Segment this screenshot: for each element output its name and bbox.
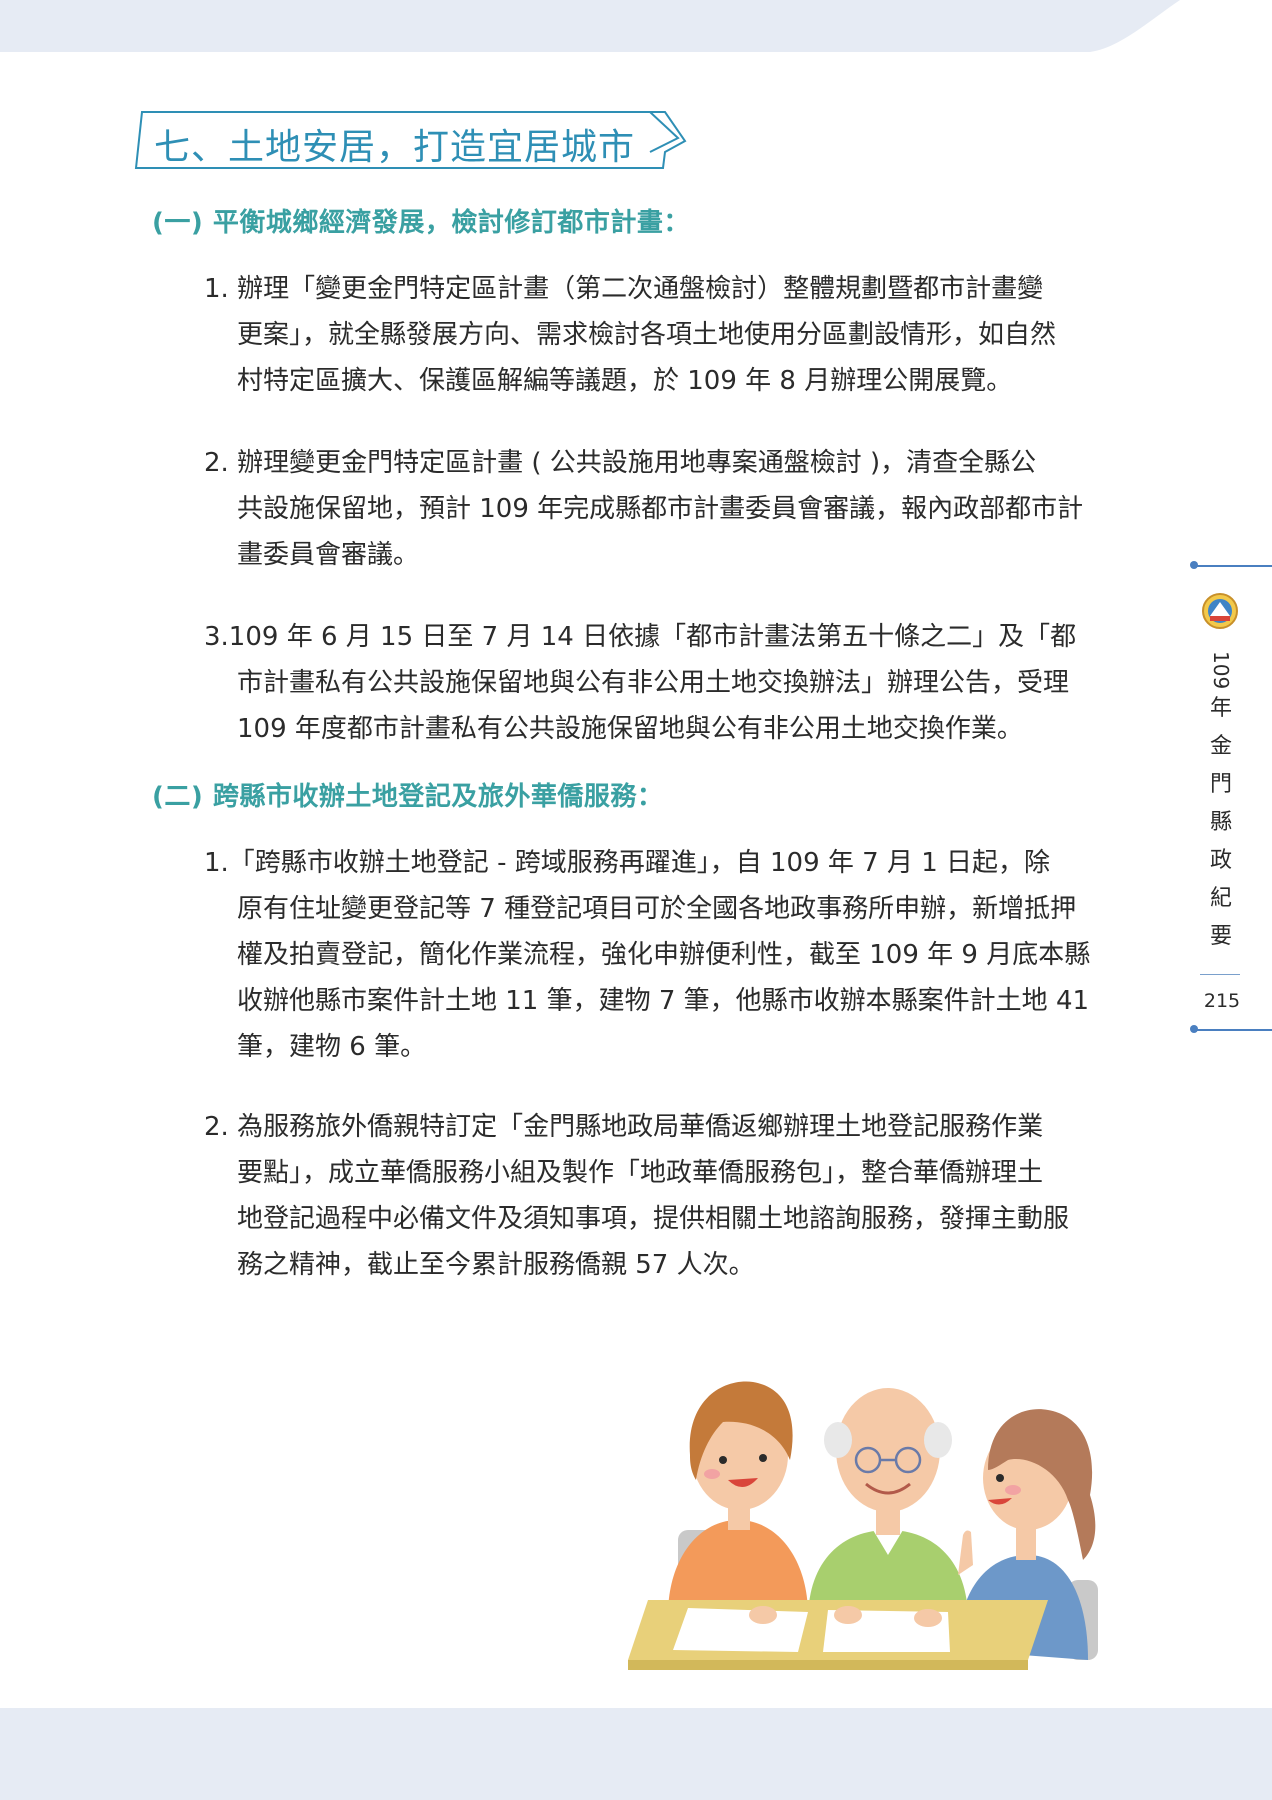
side-tab-char: 要 — [1209, 924, 1232, 949]
item-line: 市計畫私有公共設施保留地與公有非公用土地交換辦法」辦理公告，受理 — [237, 668, 1070, 698]
item-line: 務之精神，截止至今累計服務僑親 57 人次。 — [237, 1250, 755, 1280]
county-emblem-icon — [1202, 593, 1238, 629]
item-line: 筆，建物 6 筆。 — [237, 1032, 427, 1062]
subsection-heading-1: (一) 平衡城鄉經濟發展，檢討修訂都市計畫： — [152, 208, 690, 238]
item-line: 權及拍賣登記，簡化作業流程，強化申辦便利性，截至 109 年 9 月底本縣 — [237, 940, 1091, 970]
item-line: 2. 辦理變更金門特定區計畫 ( 公共設施用地專案通盤檢討 )，清查全縣公 — [204, 448, 1037, 478]
side-tab-char: 政 — [1209, 848, 1232, 873]
top-decorative-band — [0, 0, 1180, 52]
side-tab-bottom-dot — [1190, 1025, 1198, 1033]
subsection-heading-2: (二) 跨縣市收辦土地登記及旅外華僑服務： — [152, 782, 664, 812]
list-item: 1.「跨縣市收辦土地登記 - 跨域服務再躍進」，自 109 年 7 月 1 日起… — [204, 840, 1124, 1070]
section-title: 七、土地安居，打造宜居城市 — [130, 108, 690, 174]
item-line: 地登記過程中必備文件及須知事項，提供相關土地諮詢服務，發揮主動服 — [237, 1204, 1070, 1234]
item-line: 原有住址變更登記等 7 種登記項目可於全國各地政事務所申辦，新增抵押 — [237, 894, 1077, 924]
item-line: 1. 辦理「變更金門特定區計畫（第二次通盤檢討）整體規劃暨都市計畫變 — [204, 274, 1044, 304]
item-line: 共設施保留地，預計 109 年完成縣都市計畫委員會審議，報內政部都市計 — [237, 494, 1084, 524]
item-line: 109 年度都市計畫私有公共設施保留地與公有非公用土地交換作業。 — [237, 714, 1023, 744]
list-item: 2. 為服務旅外僑親特訂定「金門縣地政局華僑返鄉辦理土地登記服務作業 要點」，成… — [204, 1104, 1124, 1288]
side-tab-top-line — [1194, 565, 1272, 567]
item-line: 畫委員會審議。 — [237, 540, 420, 570]
page-number-divider — [1200, 974, 1240, 975]
item-line: 3.109 年 6 月 15 日至 7 月 14 日依據「都市計畫法第五十條之二… — [204, 622, 1077, 652]
side-tab-char: 109 — [1209, 650, 1233, 690]
list-item: 3.109 年 6 月 15 日至 7 月 14 日依據「都市計畫法第五十條之二… — [204, 614, 1124, 752]
bottom-decorative-band — [0, 1708, 1272, 1800]
item-line: 2. 為服務旅外僑親特訂定「金門縣地政局華僑返鄉辦理土地登記服務作業 — [204, 1112, 1044, 1142]
list-item: 1. 辦理「變更金門特定區計畫（第二次通盤檢討）整體規劃暨都市計畫變 更案」，就… — [204, 266, 1124, 404]
side-tab-bottom-line — [1194, 1029, 1272, 1031]
people-at-table-illustration — [628, 1381, 1098, 1670]
item-line: 更案」，就全縣發展方向、需求檢討各項土地使用分區劃設情形，如自然 — [237, 320, 1057, 350]
side-tab-char: 門 — [1209, 772, 1232, 797]
side-tab-char: 年 — [1209, 696, 1232, 721]
list-item: 2. 辦理變更金門特定區計畫 ( 公共設施用地專案通盤檢討 )，清查全縣公 共設… — [204, 440, 1124, 578]
side-tab-char: 縣 — [1209, 810, 1232, 835]
side-tab-char: 紀 — [1209, 886, 1232, 911]
section-title-text: 七、土地安居，打造宜居城市 — [154, 127, 636, 168]
item-line: 收辦他縣市案件計土地 11 筆，建物 7 筆，他縣市收辦本縣案件計土地 41 — [237, 986, 1090, 1016]
page-number: 215 — [1203, 990, 1241, 1012]
item-line: 村特定區擴大、保護區解編等議題，於 109 年 8 月辦理公開展覽。 — [237, 366, 1013, 396]
item-line: 要點」，成立華僑服務小組及製作「地政華僑服務包」，整合華僑辦理土 — [237, 1158, 1044, 1188]
side-tab-char: 金 — [1209, 734, 1232, 759]
side-tab-text: 109 年 金 門 縣 政 紀 要 — [1208, 650, 1234, 956]
item-line: 1.「跨縣市收辦土地登記 - 跨域服務再躍進」，自 109 年 7 月 1 日起… — [204, 848, 1051, 878]
side-tab-top-dot — [1190, 561, 1198, 569]
